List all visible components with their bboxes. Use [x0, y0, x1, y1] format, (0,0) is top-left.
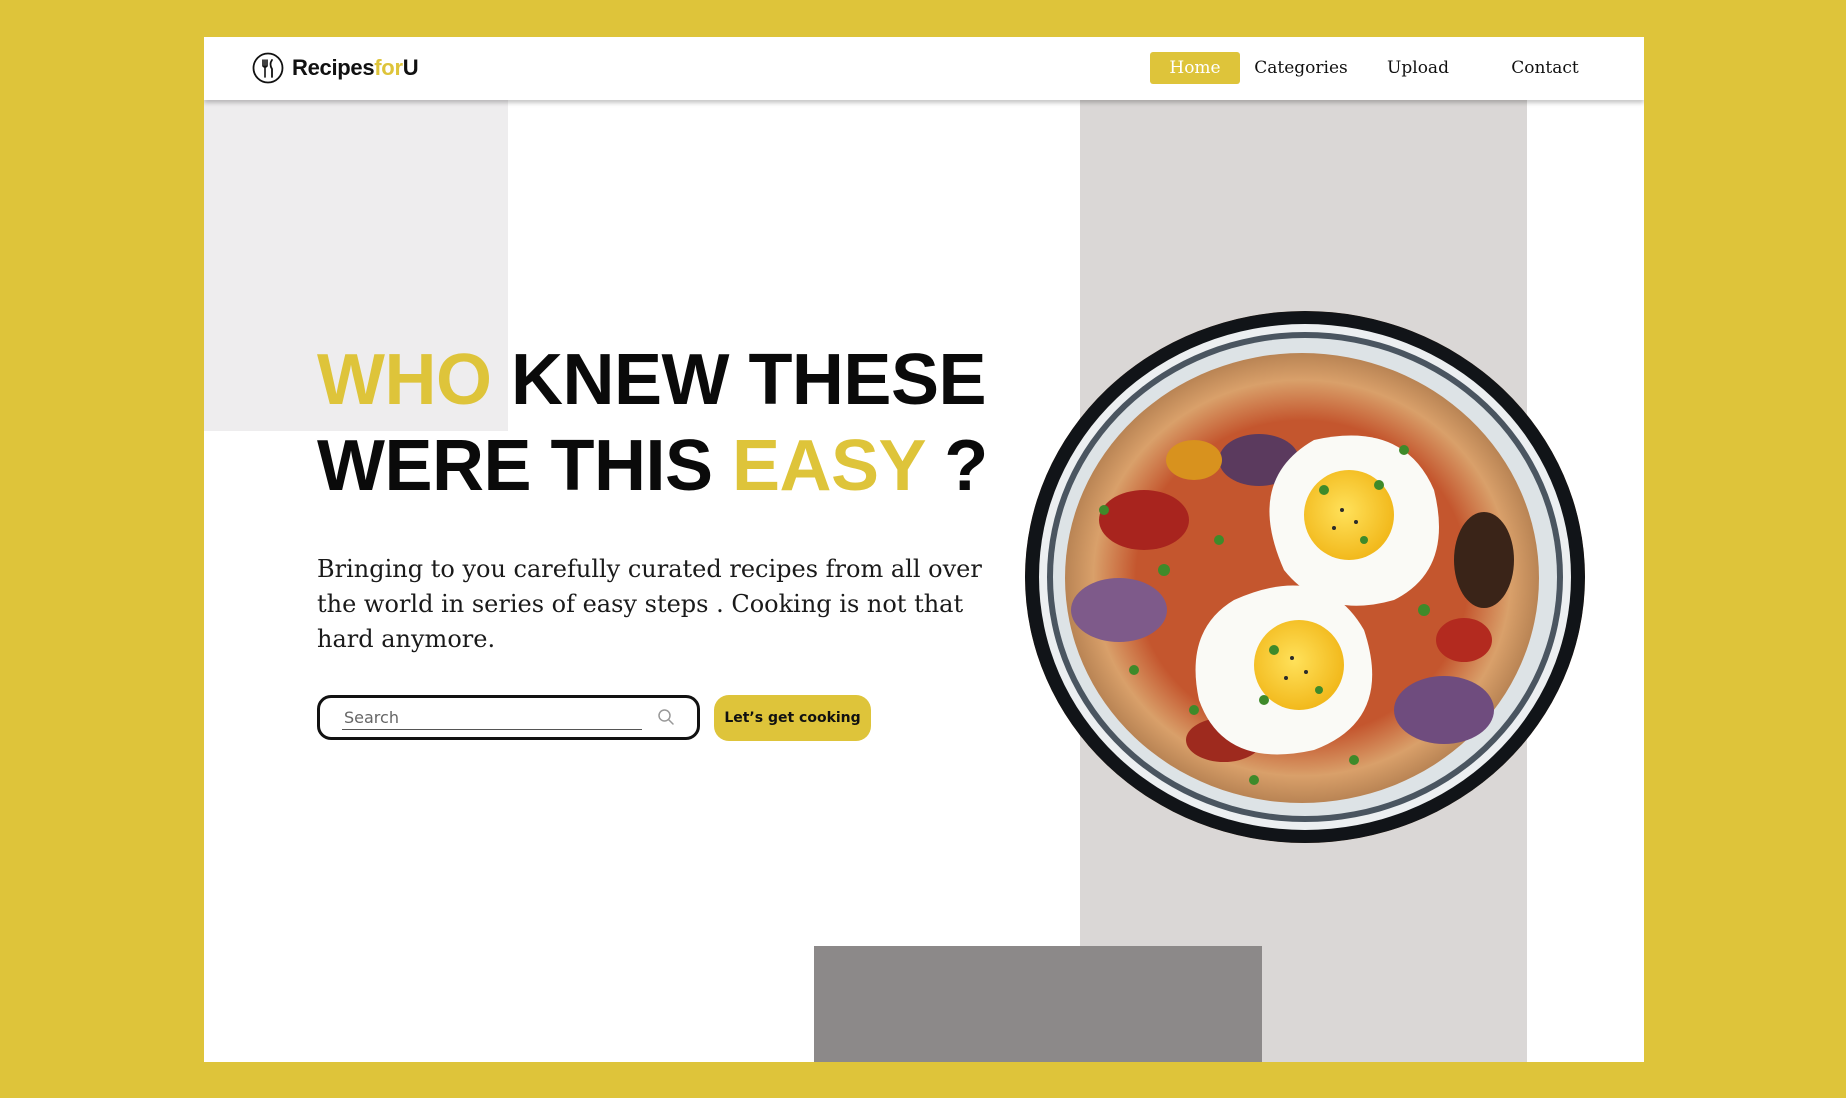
- headline-accent-who: WHO: [317, 340, 492, 420]
- search-input[interactable]: [342, 706, 642, 730]
- pizza-dish-image: [1025, 311, 1585, 843]
- search-icon[interactable]: [657, 708, 675, 726]
- headline-text-2: WERE THIS: [317, 426, 733, 506]
- headline-text-1: KNEW THESE: [491, 340, 987, 420]
- nav-item-home[interactable]: Home: [1150, 52, 1240, 84]
- brand-name-accent: for: [374, 55, 403, 80]
- decorative-block-bottom: [814, 946, 1262, 1062]
- page-frame: RecipesforU Home Categories Upload Conta…: [204, 37, 1644, 1062]
- nav-item-categories[interactable]: Categories: [1253, 52, 1349, 84]
- search-box: [317, 695, 700, 740]
- hero-subtext: Bringing to you carefully curated recipe…: [317, 555, 982, 653]
- headline-accent-easy: EASY: [732, 426, 925, 506]
- brand-name-main: Recipes: [292, 55, 375, 80]
- brand-logo[interactable]: RecipesforU: [252, 52, 419, 84]
- nav-item-upload[interactable]: Upload: [1383, 52, 1453, 84]
- headline-text-3: ?: [924, 426, 988, 506]
- fork-knife-icon: [252, 52, 284, 84]
- brand-name: RecipesforU: [292, 55, 419, 81]
- lets-get-cooking-button[interactable]: Let’s get cooking: [714, 695, 871, 741]
- hero-headline: WHO KNEW THESE WERE THIS EASY ?: [317, 337, 988, 509]
- brand-name-end: U: [402, 55, 419, 80]
- navbar: RecipesforU Home Categories Upload Conta…: [204, 37, 1644, 100]
- nav-item-contact[interactable]: Contact: [1507, 52, 1583, 84]
